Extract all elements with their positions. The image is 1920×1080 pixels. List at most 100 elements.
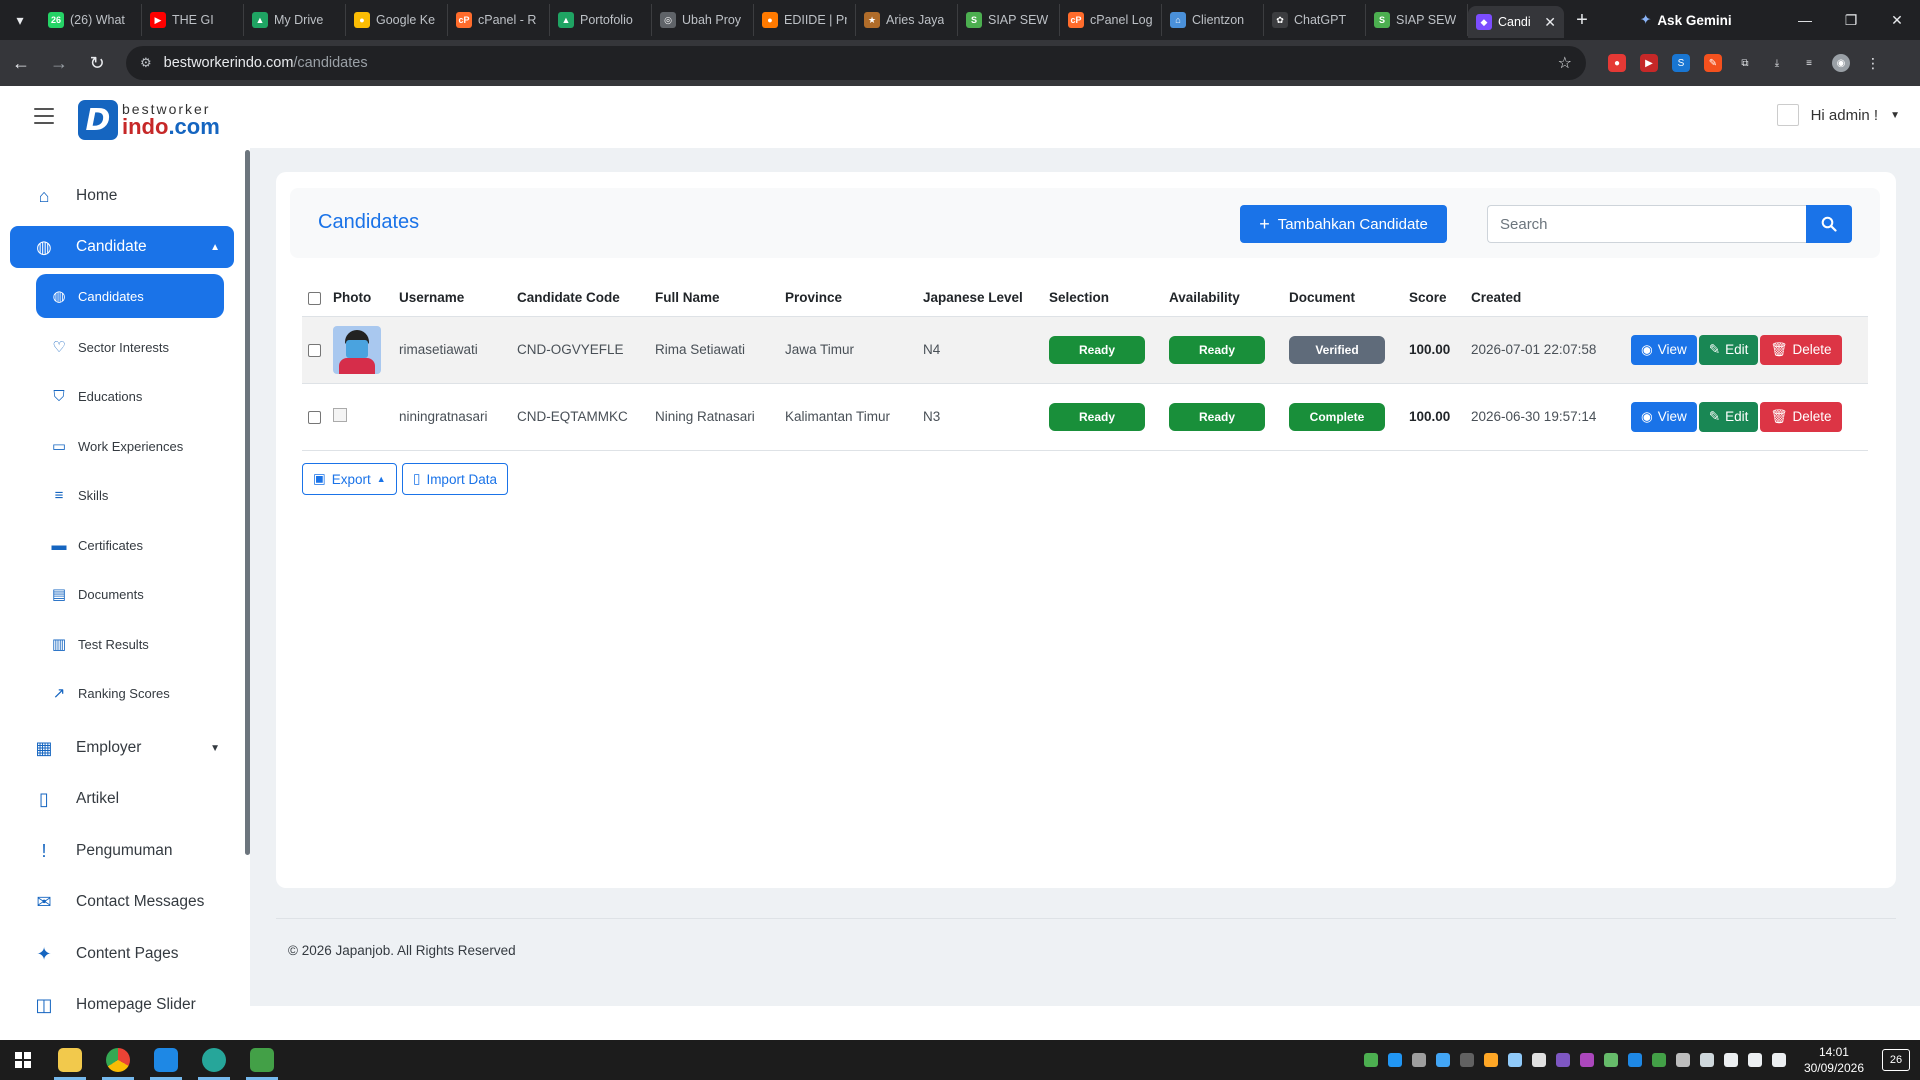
sidebar-sub-work-experiences[interactable]: ▭ Work Experiences bbox=[36, 425, 224, 467]
new-tab-button[interactable]: + bbox=[1564, 9, 1600, 32]
extensions-puzzle-icon[interactable]: ⧉ bbox=[1736, 54, 1754, 72]
back-icon[interactable]: ← bbox=[4, 46, 38, 80]
tray-app-icon[interactable] bbox=[1387, 1053, 1402, 1067]
browser-tab[interactable]: ▲ Portofolio bbox=[550, 4, 652, 36]
tray-app-icon[interactable] bbox=[1435, 1053, 1450, 1067]
tray-app-icon[interactable] bbox=[1675, 1053, 1690, 1067]
tab-search-chevron-icon[interactable]: ▾ bbox=[0, 0, 40, 40]
reading-list-icon[interactable]: ≡ bbox=[1800, 54, 1818, 72]
tray-cloud-icon[interactable] bbox=[1411, 1053, 1426, 1067]
sidebar-item-content-pages[interactable]: ✦ Content Pages bbox=[10, 933, 234, 975]
search-button[interactable] bbox=[1806, 205, 1852, 243]
notification-center[interactable]: 26 bbox=[1882, 1049, 1910, 1071]
tray-app-icon[interactable] bbox=[1483, 1053, 1498, 1067]
sidebar-sub-test-results[interactable]: ▥ Test Results bbox=[36, 623, 224, 665]
browser-tab[interactable]: ◎ Ubah Proy bbox=[652, 4, 754, 36]
sidebar-item-homepage-slider[interactable]: ◫ Homepage Slider bbox=[10, 984, 234, 1026]
row-checkbox[interactable] bbox=[308, 343, 321, 357]
candidate-photo[interactable] bbox=[333, 325, 381, 374]
profile-avatar-icon[interactable]: ◉ bbox=[1832, 54, 1850, 72]
view-button[interactable]: ◉ View bbox=[1631, 334, 1697, 365]
browser-tab[interactable]: S SIAP SEW bbox=[1366, 4, 1468, 36]
reload-icon[interactable]: ↻ bbox=[80, 46, 114, 80]
tray-app-icon[interactable] bbox=[1699, 1053, 1714, 1067]
tray-app-icon[interactable] bbox=[1459, 1053, 1474, 1067]
view-button[interactable]: ◉ View bbox=[1631, 401, 1697, 432]
taskbar-file-explorer[interactable] bbox=[46, 1040, 94, 1080]
tray-network-icon[interactable] bbox=[1723, 1053, 1738, 1067]
tray-shield-icon[interactable] bbox=[1507, 1053, 1522, 1067]
taskbar-clock[interactable]: 14:01 30/09/2026 bbox=[1804, 1044, 1864, 1076]
download-icon[interactable]: ⤓ bbox=[1768, 54, 1786, 72]
sidebar-item-employer[interactable]: ▦ Employer ▼ bbox=[10, 727, 234, 769]
forward-icon[interactable]: → bbox=[42, 46, 76, 80]
browser-tab[interactable]: S SIAP SEW bbox=[958, 4, 1060, 36]
ask-gemini-button[interactable]: ✦ Ask Gemini bbox=[1640, 12, 1732, 28]
sidebar-sub-candidates[interactable]: ◍ Candidates bbox=[36, 274, 224, 318]
edit-button[interactable]: ✎ Edit bbox=[1698, 334, 1759, 365]
taskbar-edge[interactable] bbox=[190, 1040, 238, 1080]
browser-tab[interactable]: ▶ THE GI bbox=[142, 4, 244, 36]
import-data-button[interactable]: ▯ Import Data bbox=[402, 463, 508, 495]
browser-tab[interactable]: ✿ ChatGPT bbox=[1264, 4, 1366, 36]
browser-tab[interactable]: cP cPanel - R bbox=[448, 4, 550, 36]
browser-menu-icon[interactable]: ⋮ bbox=[1864, 54, 1882, 72]
browser-tab[interactable]: ★ Aries Jaya bbox=[856, 4, 958, 36]
sidebar-sub-documents[interactable]: ▤ Documents bbox=[36, 573, 224, 615]
sidebar-item-artikel[interactable]: ▯ Artikel bbox=[10, 778, 234, 820]
restore-icon[interactable]: ❐ bbox=[1828, 0, 1874, 40]
taskbar-app[interactable] bbox=[238, 1040, 286, 1080]
extension-orange-icon[interactable]: ✎ bbox=[1704, 54, 1722, 72]
window-close-icon[interactable]: ✕ bbox=[1874, 0, 1920, 40]
sidebar-sub-ranking-scores[interactable]: ↗ Ranking Scores bbox=[36, 672, 224, 714]
sidebar-item-pengumuman[interactable]: ! Pengumuman bbox=[10, 830, 234, 872]
tray-app-icon[interactable] bbox=[1579, 1053, 1594, 1067]
site-info-icon[interactable]: ⚙ bbox=[140, 55, 152, 71]
sidebar-sub-sector-interests[interactable]: ♡ Sector Interests bbox=[36, 326, 224, 368]
bookmark-star-icon[interactable]: ☆ bbox=[1558, 53, 1572, 73]
start-button[interactable] bbox=[0, 1040, 46, 1080]
browser-tab[interactable]: cP cPanel Log bbox=[1060, 4, 1162, 36]
tray-bluetooth-icon[interactable] bbox=[1627, 1053, 1642, 1067]
browser-tab[interactable]: 26 (26) What bbox=[40, 4, 142, 36]
sidebar-item-home[interactable]: ⌂ Home bbox=[10, 175, 234, 217]
address-bar[interactable]: ⚙ bestworkerindo.com/candidates ☆ bbox=[126, 46, 1586, 80]
browser-tab[interactable]: ● Google Ke bbox=[346, 4, 448, 36]
tab-active[interactable]: ◆ Candi ✕ bbox=[1468, 6, 1564, 38]
select-all-checkbox[interactable] bbox=[308, 292, 321, 306]
sidebar-sub-skills[interactable]: ≡ Skills bbox=[36, 474, 224, 516]
row-checkbox[interactable] bbox=[308, 410, 321, 424]
sidebar-sub-educations[interactable]: ⛉ Educations bbox=[36, 375, 224, 417]
browser-tab[interactable]: ▲ My Drive bbox=[244, 4, 346, 36]
minimize-icon[interactable]: — bbox=[1782, 0, 1828, 40]
tray-app-icon[interactable] bbox=[1555, 1053, 1570, 1067]
extension-red-icon[interactable]: ● bbox=[1608, 54, 1626, 72]
delete-button[interactable]: 🗑 Delete bbox=[1760, 334, 1842, 365]
browser-tab[interactable]: ● EDIIDE | Pr bbox=[754, 4, 856, 36]
extension-video-icon[interactable]: ▶ bbox=[1640, 54, 1658, 72]
tray-app-icon[interactable] bbox=[1363, 1053, 1378, 1067]
tray-app-icon[interactable] bbox=[1531, 1053, 1546, 1067]
tray-volume-icon[interactable] bbox=[1747, 1053, 1762, 1067]
sidebar-item-contact-messages[interactable]: ✉ Contact Messages bbox=[10, 881, 234, 923]
extension-s-icon[interactable]: S bbox=[1672, 54, 1690, 72]
tray-app-icon[interactable] bbox=[1651, 1053, 1666, 1067]
browser-tab[interactable]: ⌂ Clientzon bbox=[1162, 4, 1264, 36]
add-candidate-button[interactable]: + Tambahkan Candidate bbox=[1240, 205, 1447, 243]
candidate-photo-broken[interactable] bbox=[333, 408, 347, 422]
taskbar-chrome[interactable] bbox=[94, 1040, 142, 1080]
edit-button[interactable]: ✎ Edit bbox=[1698, 401, 1759, 432]
close-tab-icon[interactable]: ✕ bbox=[1544, 14, 1556, 31]
sidebar-item-candidate[interactable]: ◍ Candidate ▲ bbox=[10, 226, 234, 268]
user-menu[interactable]: Hi admin ! ▼ bbox=[1776, 104, 1900, 126]
hamburger-menu-icon[interactable] bbox=[34, 108, 54, 124]
export-button[interactable]: ▣ Export ▲ bbox=[302, 463, 397, 495]
tray-app-icon[interactable] bbox=[1603, 1053, 1618, 1067]
sidebar-sub-certificates[interactable]: ▬ Certificates bbox=[36, 524, 224, 566]
sidebar-sub-label: Work Experiences bbox=[78, 438, 184, 454]
site-logo[interactable]: D bestworker indo.com bbox=[78, 100, 220, 140]
taskbar-vscode[interactable] bbox=[142, 1040, 190, 1080]
tray-display-icon[interactable] bbox=[1771, 1053, 1786, 1067]
delete-button[interactable]: 🗑 Delete bbox=[1760, 401, 1842, 432]
search-input[interactable] bbox=[1487, 205, 1807, 243]
